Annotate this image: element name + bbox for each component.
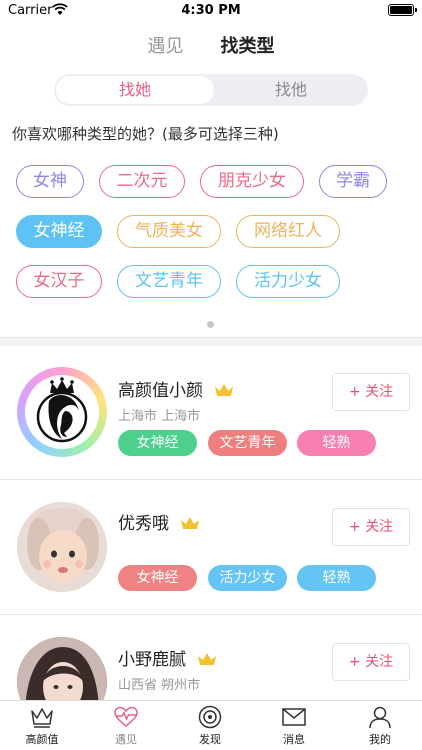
follow-button[interactable]: + 关注 [332,508,410,546]
top-tabs: 遇见 找类型 [0,32,422,58]
user-tag: 女神经 [118,565,197,591]
tabbar-item-meet[interactable]: 遇见 [84,705,168,750]
user-name: 高颜值小颜 [118,381,203,401]
tabbar-label: 消息 [283,733,305,746]
tab-find-type[interactable]: 找类型 [221,32,275,58]
avatar[interactable] [17,502,107,592]
user-card[interactable]: 高颜值小颜 上海市 上海市 + 关注 女神经 文艺青年 轻熟 [0,346,422,480]
user-tag: 女神经 [118,430,197,456]
tag-chip[interactable]: 朋克少女 [200,165,304,198]
tabbar-item-messages[interactable]: 消息 [252,705,336,750]
user-card[interactable]: 优秀哦 + 关注 女神经 活力少女 轻熟 [0,480,422,615]
crown-icon [180,515,200,536]
tabbar-item-discover[interactable]: 发现 [168,705,252,750]
user-name: 小野鹿腻 [118,650,186,670]
gender-segment: 找她 找他 [54,74,368,106]
tab-meet[interactable]: 遇见 [147,32,183,58]
user-name-row: 小野鹿腻 [118,645,217,672]
user-tag: 轻熟 [297,430,376,456]
user-location: 山西省 朔州市 [118,678,201,693]
follow-button[interactable]: + 关注 [332,643,410,681]
section-separator [0,337,422,346]
tag-chip[interactable]: 女神 [16,165,84,198]
tag-chip[interactable]: 文艺青年 [117,265,221,298]
user-tag: 轻熟 [297,565,376,591]
tabbar-label: 高颜值 [25,733,59,746]
page-indicator-dot [207,321,214,328]
bottom-tab-bar: 高颜值 遇见 发现 消息 我的 [0,700,422,750]
user-name-row: 优秀哦 [118,509,200,536]
user-tag: 文艺青年 [208,430,287,456]
avatar[interactable] [17,367,107,457]
tabbar-label: 遇见 [115,733,137,746]
user-card[interactable]: 小野鹿腻 山西省 朔州市 + 关注 [0,615,422,700]
tag-chip[interactable]: 活力少女 [236,265,340,298]
tabbar-item-mine[interactable]: 我的 [338,705,422,750]
status-bar: Carrier 4:30 PM [0,0,422,22]
tabbar-label: 我的 [369,733,391,746]
follow-button[interactable]: + 关注 [332,373,410,411]
battery-icon [388,4,417,16]
tag-chip-selected[interactable]: 女神经 [16,215,102,248]
tabbar-label: 发现 [199,733,221,746]
crown-icon [0,705,84,729]
heart-pulse-icon [84,705,168,729]
tag-chip[interactable]: 二次元 [99,165,185,198]
type-question: 你喜欢哪种类型的她？(最多可选择三种) [12,125,279,143]
tabbar-item-high-looks[interactable]: 高颜值 [0,705,84,750]
user-name-row: 高颜值小颜 [118,376,234,403]
crown-icon [197,651,217,672]
tag-chip[interactable]: 气质美女 [117,215,221,248]
user-name: 优秀哦 [118,514,169,534]
crown-icon [214,382,234,403]
tag-chip[interactable]: 女汉子 [16,265,102,298]
segment-find-him[interactable]: 找他 [216,76,366,104]
radar-icon [168,705,252,729]
status-time: 4:30 PM [181,3,241,18]
tag-chip[interactable]: 网络红人 [236,215,340,248]
segment-find-her[interactable]: 找她 [56,76,214,104]
user-location: 上海市 上海市 [118,409,201,424]
tag-chip[interactable]: 学霸 [319,165,387,198]
avatar[interactable] [17,637,107,700]
envelope-icon [252,705,336,729]
person-icon [338,705,422,729]
user-tag: 活力少女 [208,565,287,591]
